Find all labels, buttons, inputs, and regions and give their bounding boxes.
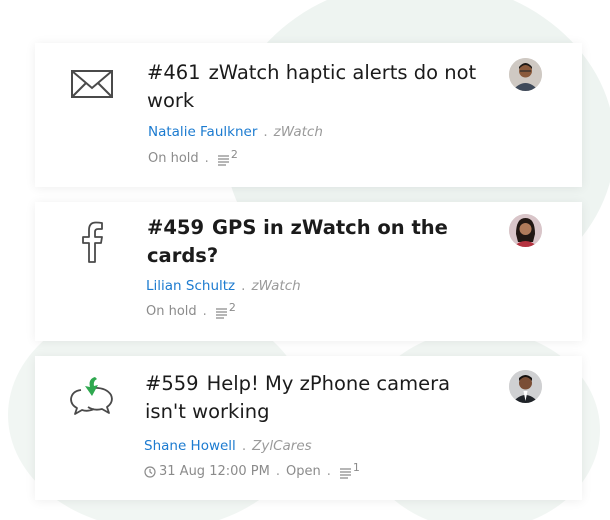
contact-link[interactable]: Lilian Schultz [146,278,235,294]
ticket-status-row: On hold. 2 [148,147,238,167]
ticket-subject[interactable]: #559 Help! My zPhone camera isn't working [145,370,475,426]
avatar[interactable] [509,214,542,247]
contact-link[interactable]: Natalie Faulkner [148,124,257,140]
ticket-meta: Lilian Schultz. zWatch [146,278,301,294]
ticket-meta: Shane Howell. ZylCares [144,438,312,454]
ticket-subject[interactable]: #461 zWatch haptic alerts do not work [147,59,477,115]
thread-count[interactable]: 2 [217,148,238,166]
ticket-status-row: On hold. 2 [146,300,236,320]
due-date: 31 Aug 12:00 PM [159,464,270,479]
ticket-card[interactable]: #559 Help! My zPhone camera isn't working… [35,356,582,500]
ticket-list-stage: #461 zWatch haptic alerts do not work Nat… [0,0,610,520]
avatar[interactable] [509,370,542,403]
threads-icon [215,307,227,319]
facebook-icon [68,216,116,264]
ticket-number: #459 [147,216,205,239]
ticket-status-row: 31 Aug 12:00 PM. Open. 1 [144,461,360,479]
thread-count[interactable]: 2 [215,301,236,319]
status-label: On hold [148,151,199,166]
chat-incoming-icon [68,372,116,420]
ticket-number: #461 [147,61,201,84]
product-label: ZylCares [252,438,312,454]
ticket-card[interactable]: #459 GPS in zWatch on the cards? Lilian S… [35,202,582,341]
thread-count[interactable]: 1 [339,461,360,479]
threads-icon [339,467,351,479]
contact-link[interactable]: Shane Howell [144,438,236,454]
product-label: zWatch [251,278,301,294]
ticket-number: #559 [145,372,199,395]
product-label: zWatch [273,124,323,140]
status-label: On hold [146,304,197,319]
status-label: Open [285,464,321,479]
ticket-subject[interactable]: #459 GPS in zWatch on the cards? [147,214,477,270]
clock-icon [144,465,156,478]
mail-icon [68,61,116,109]
ticket-card[interactable]: #461 zWatch haptic alerts do not work Nat… [35,43,582,187]
avatar[interactable] [509,58,542,91]
threads-icon [217,154,229,166]
ticket-meta: Natalie Faulkner. zWatch [148,124,323,140]
